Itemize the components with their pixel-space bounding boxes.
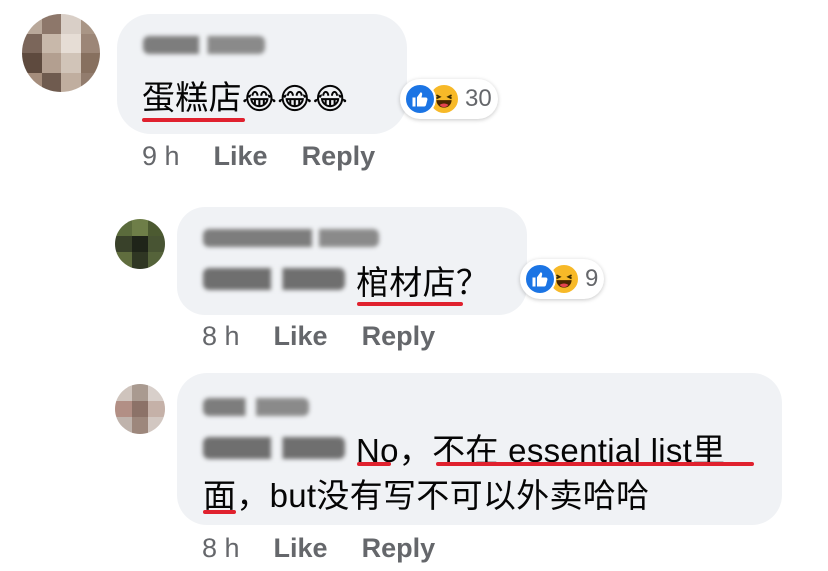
mentioned-user[interactable] xyxy=(203,268,345,290)
reply-button[interactable]: Reply xyxy=(302,141,376,172)
red-underline xyxy=(142,118,245,122)
avatar[interactable] xyxy=(115,384,165,434)
like-button[interactable]: Like xyxy=(274,533,328,564)
comment-text-after: ，but没有写不可以外卖哈哈 xyxy=(236,477,650,514)
like-button[interactable]: Like xyxy=(274,321,328,352)
comment-meta: 8 h Like Reply xyxy=(202,533,435,564)
red-underline xyxy=(203,510,236,514)
comment-text: 棺材店？ xyxy=(356,263,489,303)
red-underline xyxy=(436,462,754,466)
timestamp[interactable]: 8 h xyxy=(202,533,240,564)
author-name[interactable] xyxy=(203,398,309,416)
author-name[interactable] xyxy=(143,36,265,54)
comment-text: 蛋糕店😂😂😂 xyxy=(142,78,348,120)
comment-text-main: 蛋糕店 xyxy=(142,79,242,116)
reply-button[interactable]: Reply xyxy=(362,321,436,352)
comment-text-underlined: 面 xyxy=(203,477,237,514)
red-underline xyxy=(357,462,391,466)
comment-text-line2: 面，but没有写不可以外卖哈哈 xyxy=(203,476,649,516)
comment-meta: 9 h Like Reply xyxy=(142,141,375,172)
comment-meta: 8 h Like Reply xyxy=(202,321,435,352)
reply-button[interactable]: Reply xyxy=(362,533,436,564)
like-button[interactable]: Like xyxy=(214,141,268,172)
comment-text-main: 棺材店 xyxy=(356,264,456,301)
red-underline xyxy=(357,302,463,306)
timestamp[interactable]: 8 h xyxy=(202,321,240,352)
laughing-emoji-icon: 😂😂😂 xyxy=(241,83,348,116)
mentioned-user[interactable] xyxy=(203,437,345,459)
reaction-count: 30 xyxy=(465,85,492,112)
reaction-count: 9 xyxy=(585,265,599,292)
avatar[interactable] xyxy=(22,14,100,92)
reaction-summary[interactable]: 30 xyxy=(400,79,498,119)
thumbs-up-icon xyxy=(404,83,436,115)
timestamp[interactable]: 9 h xyxy=(142,141,180,172)
author-name[interactable] xyxy=(203,229,379,247)
thumbs-up-icon xyxy=(524,263,556,295)
avatar[interactable] xyxy=(115,219,165,269)
reaction-summary[interactable]: 9 xyxy=(520,259,605,299)
comment-text-after: ？ xyxy=(455,264,490,301)
